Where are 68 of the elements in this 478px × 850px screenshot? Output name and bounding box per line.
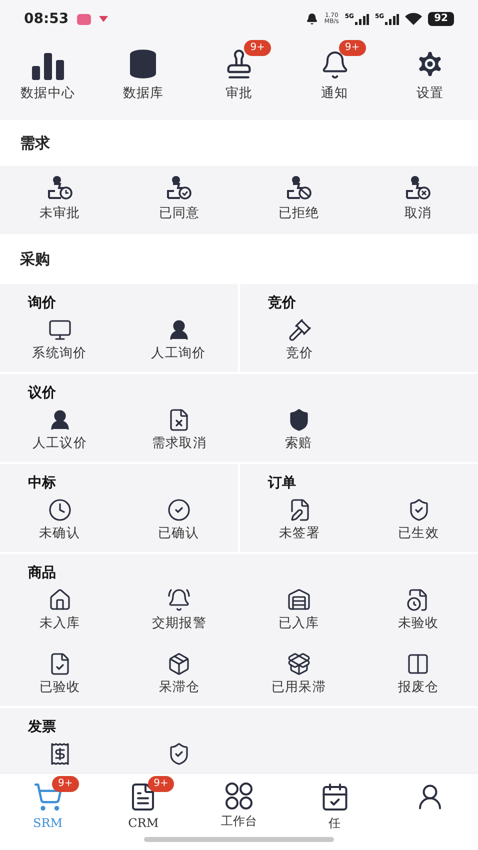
group-title: 中标 (28, 475, 56, 491)
monitor-icon (48, 318, 72, 342)
menu-item[interactable]: 人工议价 (0, 408, 120, 458)
menu-item[interactable]: 未验收 (358, 588, 478, 638)
menu-item[interactable]: 竞价 (240, 318, 359, 368)
clock-time: 08:53 (24, 10, 69, 28)
stamp-check-icon (166, 176, 192, 200)
count-badge: 9+ (148, 776, 174, 792)
menu-item[interactable]: 系统询价 (0, 318, 119, 368)
menu-item[interactable]: 已入库 (239, 588, 358, 638)
bell-icon (306, 13, 318, 25)
tab-bar-item[interactable]: 9+ CRM (96, 774, 192, 830)
menu-item[interactable]: 索赔 (239, 408, 358, 458)
wifi-icon (405, 13, 422, 25)
stamp-clock-icon (46, 176, 73, 200)
shortcut-button[interactable]: 9+ 审批 (191, 38, 287, 104)
section-title: 需求 (20, 132, 50, 154)
menu-item[interactable]: 报废仓 (358, 652, 478, 702)
battery-level: 92 (428, 12, 454, 26)
group-title: 询价 (28, 295, 56, 311)
tab-bar-item[interactable]: 任 (286, 774, 382, 830)
group-title: 商品 (28, 565, 56, 581)
group-title: 订单 (268, 475, 296, 491)
count-badge: 9+ (338, 40, 366, 56)
check-circle-icon (166, 498, 190, 522)
count-badge: 9+ (244, 40, 271, 56)
shortcut-button[interactable]: 设置 (382, 38, 478, 104)
shortcut-button[interactable]: 数据中心 (0, 38, 96, 104)
stamp-x-icon (405, 176, 432, 200)
menu-item[interactable]: 取消 (358, 176, 478, 224)
signal-icon (354, 14, 369, 24)
tab-bar-item[interactable]: 9+ SRM (0, 774, 96, 830)
house-icon (48, 588, 72, 612)
menu-item[interactable]: 未入库 (0, 588, 120, 638)
menu-item[interactable]: 已用呆滞 (239, 652, 358, 702)
count-badge: 9+ (52, 776, 79, 792)
menu-item[interactable]: 已验收 (0, 652, 120, 702)
four-circles-icon (224, 782, 253, 810)
columns-icon (406, 652, 430, 676)
gavel-icon (288, 318, 312, 342)
tab-bar-item[interactable]: 工作台 (191, 774, 287, 830)
bell-ring-icon (167, 588, 192, 612)
signal-icon (385, 14, 400, 24)
menu-item[interactable]: 未审批 (0, 176, 120, 224)
shortcut-button[interactable]: 9+ 通知 (286, 38, 382, 104)
menu-item[interactable]: 人工询价 (119, 318, 238, 368)
section-title: 采购 (20, 248, 50, 270)
package-icon (167, 652, 192, 676)
dropdown-icon (98, 16, 108, 22)
menu-item[interactable]: 已同意 (120, 176, 239, 224)
menu-item[interactable]: 已拒绝 (239, 176, 358, 224)
menu-item[interactable]: 未签署 (240, 498, 359, 548)
menu-item[interactable]: 需求取消 (120, 408, 239, 458)
clock-icon (48, 498, 72, 522)
menu-item[interactable]: 交期报警 (120, 588, 239, 638)
menu-item[interactable]: 呆滞仓 (120, 652, 239, 702)
menu-item[interactable]: 未确认 (0, 498, 119, 548)
warehouse-icon (286, 588, 311, 612)
menu-item[interactable]: 已确认 (119, 498, 238, 548)
app-notification-icon (76, 14, 91, 24)
shortcut-button[interactable]: 数据库 (96, 38, 192, 104)
group-title: 议价 (28, 385, 56, 401)
group-title: 发票 (28, 719, 56, 735)
open-package-icon (286, 652, 311, 676)
group-title: 竞价 (268, 295, 296, 311)
stamp-ban-icon (286, 176, 312, 200)
menu-item[interactable]: 已生效 (359, 498, 478, 548)
bar-chart-icon (30, 52, 65, 80)
